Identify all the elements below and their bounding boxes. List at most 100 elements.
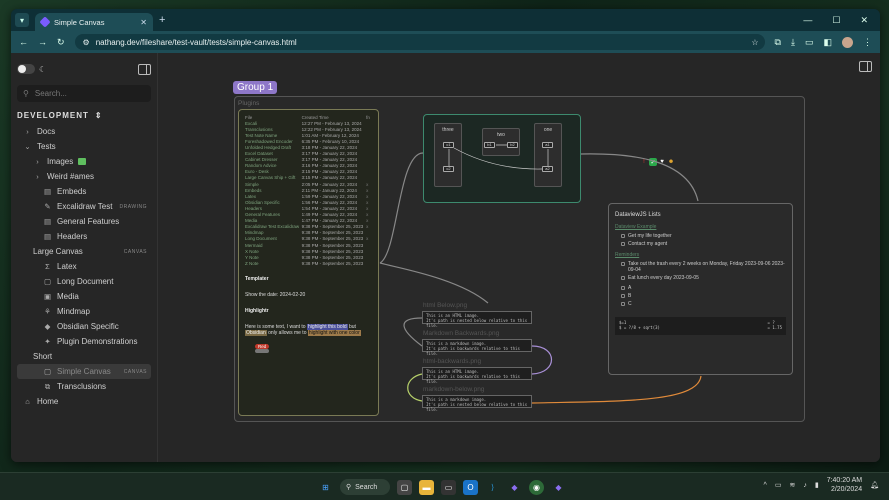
- volume-icon[interactable]: ♪: [803, 482, 807, 489]
- outlook-icon[interactable]: O: [463, 479, 478, 495]
- file-link[interactable]: Excalidraw Test Excalidraw: [245, 224, 302, 229]
- back-icon[interactable]: ←: [19, 37, 28, 47]
- right-sidebar-icon[interactable]: [859, 61, 872, 72]
- folder-images[interactable]: › Images: [17, 154, 151, 169]
- plugins-card[interactable]: File Created Time fn Excali 12:27 PM - Febru…: [238, 109, 379, 416]
- terminal-icon[interactable]: ▭: [441, 479, 456, 495]
- taskbar-search[interactable]: ⚲ Search: [340, 479, 390, 495]
- checkbox[interactable]: [621, 286, 625, 290]
- file-general-features[interactable]: ▤ General Features: [17, 214, 151, 229]
- file-long-document[interactable]: ▢ Long Document: [17, 274, 151, 289]
- file-link[interactable]: Obsidian Specific: [245, 200, 302, 205]
- file-link[interactable]: Headers: [245, 206, 302, 211]
- url-field[interactable]: ⚙ nathang.dev/fileshare/test-vault/tests…: [74, 34, 765, 50]
- minimize-icon[interactable]: —: [803, 15, 812, 26]
- file-link[interactable]: Random Advice: [245, 163, 302, 168]
- file-media[interactable]: ▣ Media: [17, 289, 151, 304]
- file-link[interactable]: Y Note: [245, 255, 302, 260]
- checkbox[interactable]: [621, 294, 625, 298]
- note-card[interactable]: This is an HTML image. It's path is backw…: [422, 367, 532, 384]
- obsidian-icon[interactable]: ◆: [507, 480, 522, 495]
- profile-avatar[interactable]: [842, 36, 853, 48]
- dataview-link[interactable]: Dataview Example: [615, 224, 786, 230]
- obsidian-icon[interactable]: ◆: [551, 480, 566, 495]
- file-link[interactable]: General Features: [245, 212, 302, 217]
- checkbox[interactable]: [621, 242, 625, 246]
- list-item[interactable]: Contact my agent: [621, 241, 786, 247]
- list-item[interactable]: B: [621, 293, 786, 299]
- file-latex[interactable]: Σ Latex: [17, 259, 151, 274]
- search-box[interactable]: ⚲: [17, 85, 151, 102]
- checkbox[interactable]: [621, 262, 625, 266]
- list-item[interactable]: C: [621, 301, 786, 307]
- file-link[interactable]: File: [245, 115, 302, 120]
- clock[interactable]: 7:40:20 AM 2/20/2024: [827, 476, 862, 494]
- file-link[interactable]: Large Canvas Ship + Gift: [245, 175, 302, 180]
- file-obsidian-specific[interactable]: ◆ Obsidian Specific: [17, 319, 151, 334]
- file-embeds[interactable]: ▤ Embeds: [17, 184, 151, 199]
- checkbox[interactable]: [621, 302, 625, 306]
- note-card[interactable]: This is an HTML image. It's path is neste…: [422, 311, 532, 328]
- file-link[interactable]: Embeds: [245, 188, 302, 193]
- folder-tests[interactable]: ⌄ Tests: [17, 139, 151, 154]
- file-home[interactable]: ⌂ Home: [17, 394, 151, 409]
- file-simple-canvas[interactable]: ▢ Simple Canvas CANVAS: [17, 364, 151, 379]
- file-link[interactable]: Transclusions: [245, 127, 302, 132]
- forward-icon[interactable]: →: [38, 37, 47, 47]
- reload-icon[interactable]: ↻: [57, 37, 65, 48]
- download-icon[interactable]: ⤓: [791, 37, 795, 48]
- file-link[interactable]: Excali: [245, 121, 302, 126]
- checkbox[interactable]: [621, 276, 625, 280]
- file-transclusions[interactable]: ⧉ Transclusions: [17, 379, 151, 394]
- task-item[interactable]: Take out the trash every 2 weeks on Mond…: [621, 261, 786, 273]
- battery-icon[interactable]: ▮: [815, 481, 819, 489]
- file-link[interactable]: Latex: [245, 194, 302, 199]
- close-window-icon[interactable]: ✕: [860, 15, 868, 26]
- file-link[interactable]: Z Note: [245, 261, 302, 266]
- file-link[interactable]: Cabinet Dresser: [245, 157, 302, 162]
- file-link[interactable]: Mermaid: [245, 243, 302, 248]
- file-plugin-demonstrations[interactable]: ✦ Plugin Demonstrations: [17, 334, 151, 349]
- file-link[interactable]: Long Document: [245, 236, 302, 241]
- diagram-card[interactable]: three two one c1 c2 b1 b2 a1 a2: [423, 114, 581, 203]
- search-input[interactable]: [34, 89, 135, 98]
- site-info-icon[interactable]: ⚙: [83, 38, 90, 47]
- task-view-icon[interactable]: ▢: [397, 479, 412, 495]
- collapse-all-icon[interactable]: ⇕: [95, 111, 103, 120]
- new-tab-button[interactable]: +: [159, 14, 165, 26]
- file-link[interactable]: Unfolded Hedged Draft: [245, 145, 302, 150]
- chrome-icon[interactable]: ◉: [529, 479, 544, 495]
- notification-icon[interactable]: 🔔︎: [870, 481, 879, 489]
- tab-search-button[interactable]: ▾: [15, 13, 29, 27]
- note-card[interactable]: This is a markdown image. It's path is ba…: [422, 339, 532, 356]
- save-icon[interactable]: ▭: [805, 37, 814, 48]
- maximize-icon[interactable]: ☐: [832, 15, 840, 26]
- menu-icon[interactable]: ⋮: [863, 37, 872, 48]
- file-mindmap[interactable]: ⚘ Mindmap: [17, 304, 151, 319]
- sidepanel-icon[interactable]: ◧: [823, 37, 832, 48]
- browser-tab[interactable]: Simple Canvas ✕: [35, 13, 153, 31]
- file-explorer-icon[interactable]: ▬: [419, 479, 434, 495]
- vault-section-header[interactable]: DEVELOPMENT ⇕: [17, 111, 151, 120]
- file-headers[interactable]: ▤ Headers: [17, 229, 151, 244]
- file-excalidraw-test[interactable]: ✎ Excalidraw Test DRAWING: [17, 199, 151, 214]
- file-link[interactable]: Test Note Name: [245, 133, 302, 138]
- canvas-view[interactable]: Group 1 Plugins File Created Time fn Excali…: [158, 53, 880, 462]
- folder-weird-names[interactable]: › Weird #ames: [17, 169, 151, 184]
- close-tab-icon[interactable]: ✕: [140, 18, 147, 27]
- theme-toggle[interactable]: [17, 64, 35, 74]
- file-link[interactable]: Simple: [245, 182, 302, 187]
- list-item[interactable]: Get my life together: [621, 233, 786, 239]
- file-link[interactable]: Foreshadowed Encoder: [245, 139, 302, 144]
- sidebar-collapse-icon[interactable]: [138, 63, 151, 75]
- folder-docs[interactable]: › Docs: [17, 124, 151, 139]
- checkbox[interactable]: [621, 234, 625, 238]
- bookmark-star-icon[interactable]: ☆: [751, 38, 758, 47]
- file-link[interactable]: Mindmap: [245, 230, 302, 235]
- note-card[interactable]: This is a markdown image. It's path is ne…: [422, 395, 532, 412]
- dataview-link[interactable]: Reminders: [615, 252, 786, 258]
- app-tray-icon[interactable]: ▭: [775, 481, 782, 489]
- vscode-icon[interactable]: ⟩: [485, 480, 500, 495]
- list-item[interactable]: A: [621, 285, 786, 291]
- dataview-card[interactable]: DataviewJS Lists Dataview Example Get my…: [608, 203, 793, 375]
